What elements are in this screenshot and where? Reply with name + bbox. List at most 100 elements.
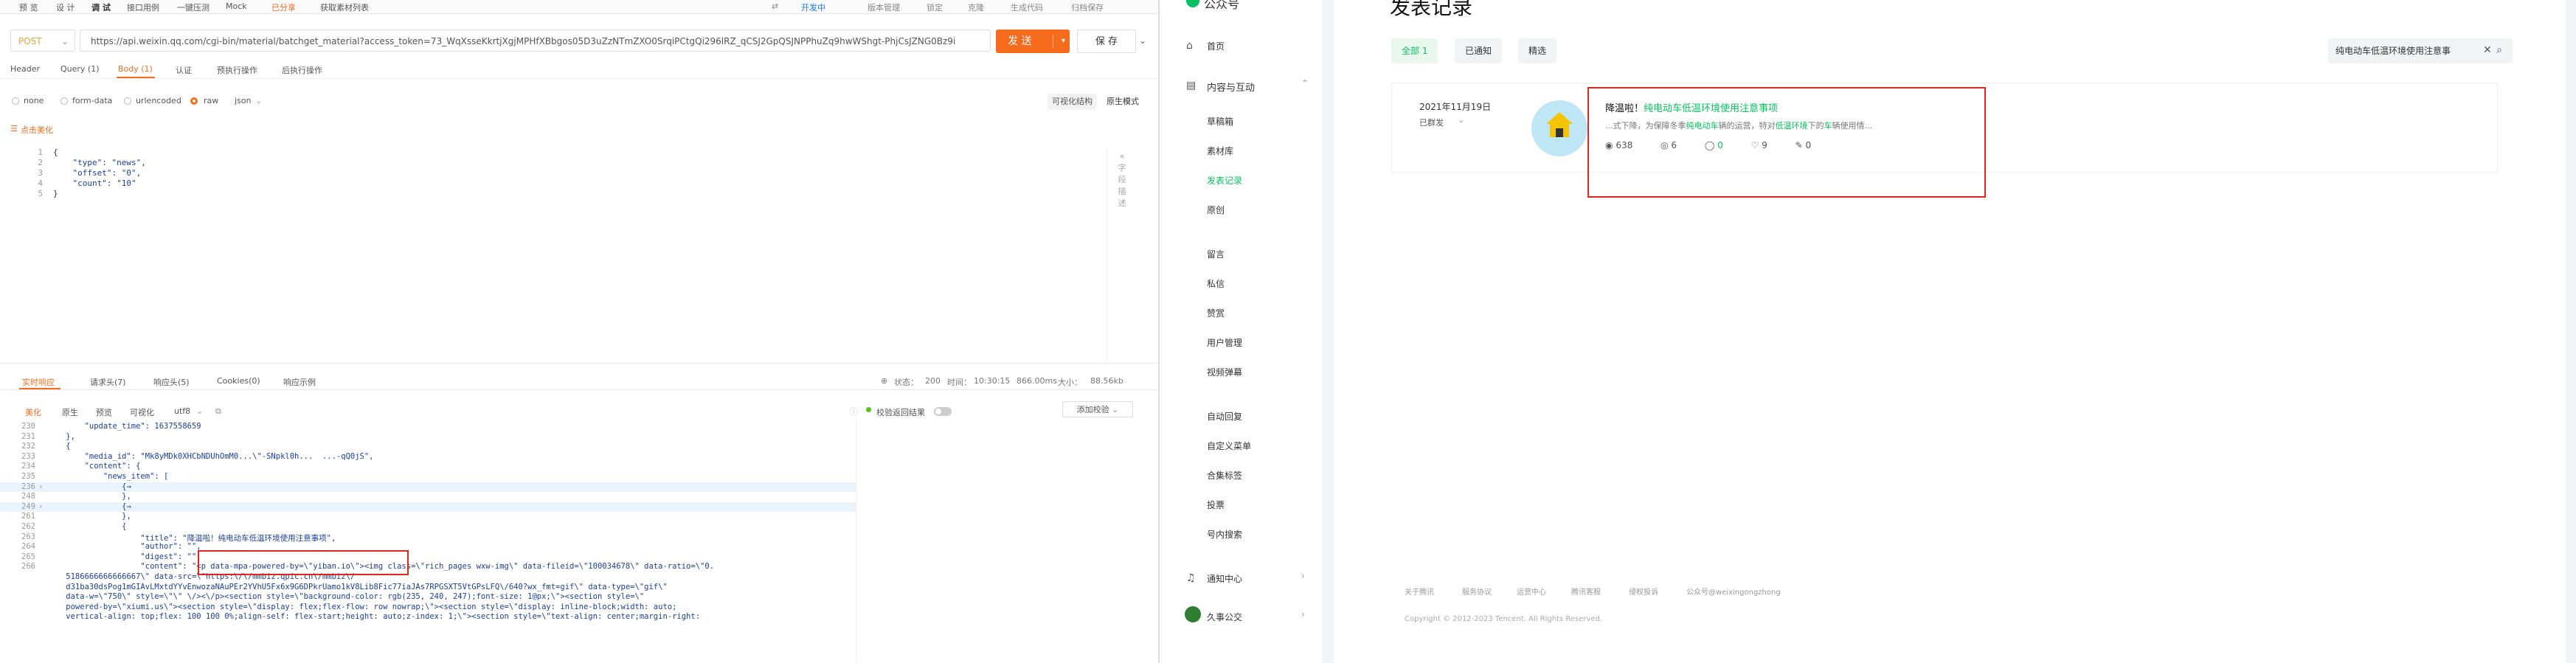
line-number: 2 — [38, 158, 43, 167]
sidebar-item-danmaku[interactable]: 视频弹幕 — [1207, 366, 1242, 378]
footer-link[interactable]: 服务协议 — [1462, 586, 1492, 597]
footer-link[interactable]: 公众号@weixingongzhong — [1686, 586, 1781, 597]
sidebar-group-content[interactable]: 内容与互动 — [1207, 80, 1255, 94]
code-row: 265 "digest": "", — [0, 552, 856, 563]
add-assert-button[interactable]: 添加校验 ⌄ — [1062, 401, 1133, 417]
tab-design[interactable]: 设 计 — [56, 1, 75, 13]
beautify-view[interactable]: 美化 — [25, 406, 41, 418]
visual-view[interactable]: 可视化 — [130, 406, 154, 418]
filter-featured[interactable]: 精选 — [1518, 38, 1557, 63]
chevron-down-icon[interactable]: ⌄ — [1139, 35, 1146, 46]
clone-button[interactable]: 克隆 — [968, 1, 984, 13]
code-row: 248 }, — [0, 492, 856, 502]
tab-live-response[interactable]: 实时响应 — [22, 376, 55, 388]
tab-debug[interactable]: 调 试 — [91, 1, 111, 13]
sidebar-item-users[interactable]: 用户管理 — [1207, 336, 1242, 349]
line-number: 1 — [38, 147, 43, 157]
preview-view[interactable]: 预览 — [96, 406, 112, 418]
sidebar-item-rewards[interactable]: 赞赏 — [1207, 307, 1225, 319]
code-text: "news_item": [ — [47, 472, 169, 481]
line-number: 231 — [21, 431, 35, 441]
radio-none[interactable] — [12, 97, 19, 105]
send-button[interactable]: 发 送 ▾ — [996, 29, 1070, 53]
footer-link[interactable]: 腾讯客服 — [1571, 586, 1601, 597]
code-row: 232 { — [0, 442, 856, 452]
sidebar-item-messages[interactable]: 私信 — [1207, 277, 1225, 290]
tab-query[interactable]: Query (1) — [60, 64, 100, 74]
request-body-editor[interactable]: 1 2 3 4 5 { "type": "news", "offset": "0… — [10, 142, 1132, 363]
archive-button[interactable]: 归档保存 — [1071, 1, 1104, 13]
sidebar-item-publish-records[interactable]: 发表记录 — [1207, 174, 1242, 187]
filter-notified[interactable]: 已通知 — [1455, 38, 1503, 63]
sidebar-item-home[interactable]: 首页 — [1207, 40, 1225, 52]
url-input[interactable]: https://api.weixin.qq.com/cgi-bin/materi… — [80, 29, 991, 52]
response-body-viewer[interactable]: 230 "update_time": 1637558659 231 }, 232 {… — [0, 420, 856, 663]
beautify-link[interactable]: 点击美化 — [21, 124, 53, 136]
sidebar-item-drafts[interactable]: 草稿箱 — [1207, 115, 1233, 128]
sidebar-item-comments[interactable]: 留言 — [1207, 248, 1225, 260]
lock-button[interactable]: 锁定 — [927, 1, 943, 13]
chevron-right-icon: › — [1301, 609, 1305, 619]
radio-form-data[interactable] — [60, 97, 68, 105]
shared-badge: 已分享 — [271, 3, 296, 13]
codegen-button[interactable]: 生成代码 — [1011, 1, 1043, 13]
collapse-icon[interactable]: « — [1115, 150, 1129, 162]
dev-status[interactable]: 开发中 — [801, 1, 825, 13]
footer-link[interactable]: 关于腾讯 — [1405, 586, 1434, 597]
tab-mock[interactable]: Mock — [226, 1, 247, 11]
account-name[interactable]: 久事公交 — [1207, 611, 1242, 623]
tab-load-test[interactable]: 一键压测 — [177, 1, 210, 13]
tab-body[interactable]: Body (1) — [118, 64, 153, 74]
code-row: 231 }, — [0, 432, 856, 442]
chevron-down-icon[interactable]: ⌄ — [1458, 115, 1464, 125]
tab-test-cases[interactable]: 接口用例 — [127, 1, 159, 13]
sidebar-item-custom-menu[interactable]: 自定义菜单 — [1207, 440, 1251, 452]
tab-response-example[interactable]: 响应示例 — [283, 376, 316, 388]
fold-icon[interactable]: › — [38, 502, 43, 511]
sidebar-item-notice[interactable]: 通知中心 — [1207, 572, 1242, 585]
assert-toggle[interactable] — [934, 407, 952, 416]
field-description-panel[interactable]: « 字 段 描 述 — [1115, 150, 1129, 209]
copy-icon[interactable]: ⧉ — [215, 406, 221, 417]
sidebar-item-collections[interactable]: 合集标签 — [1207, 469, 1242, 482]
avatar[interactable] — [1185, 606, 1201, 622]
tab-preview[interactable]: 预 览 — [19, 1, 38, 13]
raw-mode-button[interactable]: 原生模式 — [1102, 94, 1143, 110]
chevron-down-icon[interactable]: ▾ — [1062, 29, 1065, 53]
radio-raw-label: raw — [204, 96, 219, 105]
raw-view[interactable]: 原生 — [62, 406, 78, 418]
chevron-right-icon: › — [1301, 571, 1305, 581]
share-icon[interactable]: ⇄ — [772, 1, 778, 11]
code-line: { — [53, 147, 58, 157]
sidebar-item-auto-reply[interactable]: 自动回复 — [1207, 410, 1242, 423]
footer-link[interactable]: 运营中心 — [1517, 586, 1546, 597]
sidebar-item-original[interactable]: 原创 — [1207, 204, 1225, 216]
tab-auth[interactable]: 认证 — [176, 64, 192, 76]
tab-request-headers[interactable]: 请求头(7) — [90, 376, 126, 388]
radio-raw[interactable] — [190, 97, 198, 105]
filter-all[interactable]: 全部 1 — [1391, 38, 1438, 63]
radio-form-data-label: form-data — [72, 96, 113, 105]
sidebar-item-search[interactable]: 号内搜索 — [1207, 528, 1242, 541]
sidebar-item-materials[interactable]: 素材库 — [1207, 145, 1233, 157]
clear-icon[interactable]: ✕ — [2483, 44, 2492, 56]
tab-response-headers[interactable]: 响应头(5) — [153, 376, 190, 388]
fold-icon[interactable]: › — [38, 482, 43, 491]
version-button[interactable]: 版本管理 — [868, 1, 900, 13]
code-text: {→ — [47, 482, 131, 491]
search-icon[interactable]: ⌕ — [2496, 44, 2502, 56]
tab-cookies[interactable]: Cookies(0) — [217, 376, 260, 386]
house-icon — [1546, 112, 1573, 137]
tab-pre-script[interactable]: 预执行操作 — [217, 64, 257, 76]
sidebar-item-votes[interactable]: 投票 — [1207, 499, 1225, 511]
footer-link[interactable]: 侵权投诉 — [1629, 586, 1658, 597]
tab-post-script[interactable]: 后执行操作 — [282, 64, 322, 76]
visual-mode-button[interactable]: 可视化结构 — [1048, 94, 1097, 110]
radio-urlencoded[interactable] — [124, 97, 131, 105]
tab-header[interactable]: Header — [10, 64, 40, 74]
encoding-select[interactable]: utf8 — [174, 406, 190, 416]
raw-format-select[interactable]: json — [235, 96, 252, 105]
add-assert-label: 添加校验 — [1076, 405, 1109, 414]
save-button[interactable]: 保 存 — [1077, 29, 1136, 53]
method-select[interactable]: POST ⌄ — [10, 29, 75, 52]
